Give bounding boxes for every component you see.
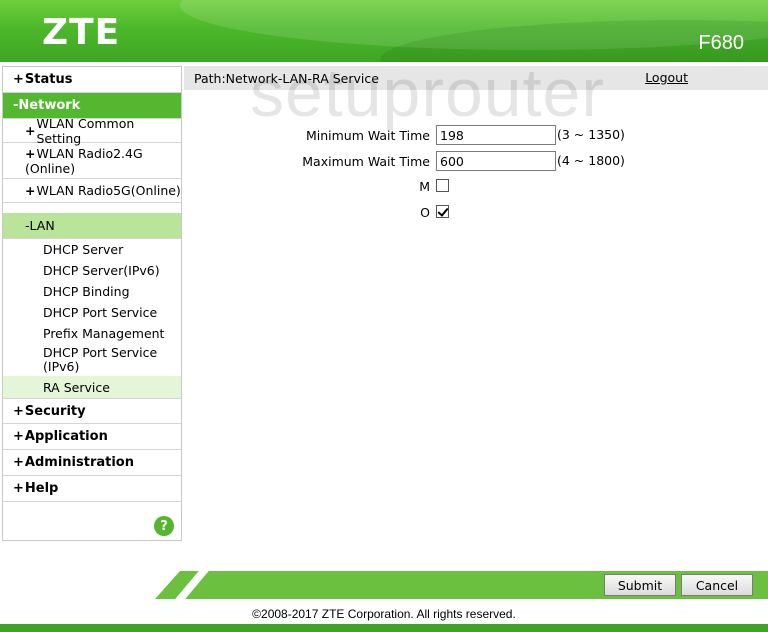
sidebar-item-label: WLAN Radio5G(Online) bbox=[36, 183, 181, 198]
sidebar-item-label: DHCP Server(IPv6) bbox=[43, 263, 160, 278]
m-flag-label: M bbox=[419, 179, 430, 194]
sidebar-item-label: Network bbox=[18, 98, 81, 113]
max-wait-time-range: (4 ~ 1800) bbox=[557, 153, 625, 168]
sidebar-item-dhcp-binding[interactable]: DHCP Binding bbox=[3, 281, 181, 302]
min-wait-time-row: Minimum Wait Time (3 ~ 1350) bbox=[184, 125, 768, 147]
zte-logo: ZTE bbox=[42, 12, 121, 53]
header-banner: ZTE F680 bbox=[0, 0, 768, 62]
o-flag-checkbox[interactable] bbox=[436, 205, 449, 218]
sidebar-item-label: Prefix Management bbox=[43, 326, 165, 341]
sidebar-item-label: Security bbox=[24, 403, 86, 419]
sidebar-item-label: Status bbox=[24, 72, 73, 87]
max-wait-time-label: Maximum Wait Time bbox=[302, 154, 430, 169]
breadcrumb-path: Path:Network-LAN-RA Service bbox=[194, 70, 379, 86]
action-bar bbox=[155, 571, 768, 599]
sidebar-item-dhcp-server-ipv6[interactable]: DHCP Server(IPv6) bbox=[3, 260, 181, 281]
expand-plus-icon: + bbox=[25, 146, 36, 161]
sidebar-item-label: DHCP Port Service bbox=[43, 305, 158, 320]
sidebar-item-label-line2: (Online) bbox=[25, 161, 76, 176]
m-flag-row: M bbox=[184, 176, 768, 198]
expand-plus-icon: + bbox=[25, 123, 36, 138]
expand-plus-icon: + bbox=[13, 72, 24, 87]
sidebar-item-label-line2: (IPv6) bbox=[43, 359, 80, 374]
footer-bar bbox=[0, 624, 768, 632]
sidebar-item-security[interactable]: + Security bbox=[3, 398, 181, 424]
sidebar-item-administration[interactable]: + Administration bbox=[3, 450, 181, 476]
sidebar-item-label: LAN bbox=[29, 218, 55, 233]
sidebar-item-label: Application bbox=[24, 429, 108, 444]
sidebar-item-wlan-radio-24[interactable]: +WLAN Radio2.4G (Online) bbox=[3, 143, 181, 179]
m-flag-checkbox[interactable] bbox=[436, 179, 449, 192]
sidebar-item-wlan-common[interactable]: + WLAN Common Setting bbox=[3, 115, 181, 146]
o-flag-label: O bbox=[420, 205, 430, 220]
min-wait-time-input[interactable] bbox=[436, 125, 556, 145]
submit-button[interactable]: Submit bbox=[604, 574, 676, 596]
breadcrumb: Path:Network-LAN-RA Service Logout bbox=[184, 66, 768, 90]
sidebar-item-help[interactable]: + Help bbox=[3, 476, 181, 502]
expand-plus-icon: + bbox=[13, 481, 24, 496]
sidebar-item-label: DHCP Server bbox=[43, 242, 124, 257]
min-wait-time-label: Minimum Wait Time bbox=[305, 128, 430, 143]
sidebar-item-label: DHCP Binding bbox=[43, 284, 130, 299]
max-wait-time-input[interactable] bbox=[436, 151, 556, 171]
action-bar-stripe bbox=[175, 571, 209, 599]
sidebar-item-lan[interactable]: - LAN bbox=[3, 213, 181, 239]
expand-plus-icon: + bbox=[13, 429, 24, 444]
o-flag-row: O bbox=[184, 202, 768, 224]
sidebar-item-label: RA Service bbox=[43, 379, 110, 395]
copyright-text: ©2008-2017 ZTE Corporation. All rights r… bbox=[252, 607, 516, 621]
sidebar-item-dhcp-port-service-ipv6[interactable]: DHCP Port Service (IPv6) bbox=[3, 344, 181, 376]
sidebar-item-dhcp-port-service[interactable]: DHCP Port Service bbox=[3, 302, 181, 323]
expand-plus-icon: + bbox=[25, 183, 36, 198]
sidebar-item-label: WLAN Radio2.4G bbox=[36, 146, 143, 161]
sidebar-item-label: DHCP Port Service bbox=[43, 345, 158, 360]
cancel-button[interactable]: Cancel bbox=[681, 574, 753, 596]
sidebar-item-label: Administration bbox=[24, 455, 134, 470]
sidebar-item-ra-service[interactable]: RA Service bbox=[3, 376, 181, 398]
sidebar-item-wlan-radio-5g[interactable]: + WLAN Radio5G(Online) bbox=[3, 179, 181, 203]
sidebar-item-dhcp-server[interactable]: DHCP Server bbox=[3, 239, 181, 260]
min-wait-time-range: (3 ~ 1350) bbox=[557, 127, 625, 142]
sidebar-item-label: WLAN Common Setting bbox=[36, 115, 135, 146]
sidebar-item-prefix-management[interactable]: Prefix Management bbox=[3, 323, 181, 344]
sidebar-item-application[interactable]: + Application bbox=[3, 424, 181, 450]
expand-plus-icon: + bbox=[13, 455, 24, 470]
max-wait-time-row: Maximum Wait Time (4 ~ 1800) bbox=[184, 151, 768, 173]
sidebar-item-label: Help bbox=[24, 481, 59, 496]
sidebar-nav: + Status - Network + WLAN Common Setting… bbox=[2, 66, 182, 541]
model-name: F680 bbox=[698, 32, 744, 54]
help-icon[interactable]: ? bbox=[154, 516, 174, 536]
logout-link[interactable]: Logout bbox=[645, 70, 688, 85]
expand-plus-icon: + bbox=[13, 403, 24, 419]
sidebar-item-status[interactable]: + Status bbox=[3, 67, 181, 93]
